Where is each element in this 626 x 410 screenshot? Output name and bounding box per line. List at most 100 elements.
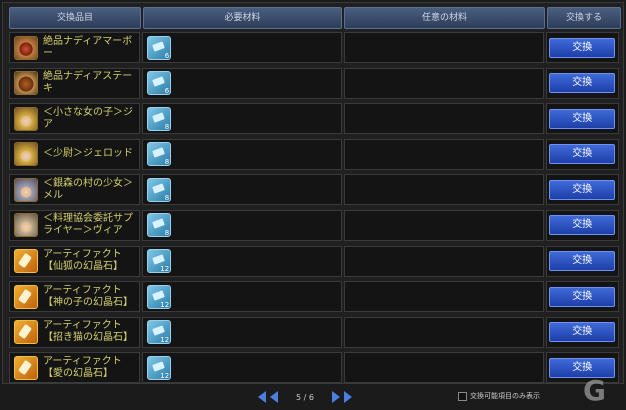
header-required-materials: 必要材料 (143, 7, 342, 29)
crystal-material-icon: 8 (147, 106, 172, 131)
required-materials-cell: 12 (142, 352, 342, 384)
exchange-row: アーティファクト【仙狐の幻晶石】 12 交換 (9, 245, 620, 277)
header-optional-materials: 任意の材料 (344, 7, 545, 29)
lieutenant-portrait-icon (14, 142, 38, 167)
crystal-material-icon: 12 (147, 249, 172, 274)
required-materials-cell: 8 (142, 209, 342, 241)
exchange-button[interactable]: 交換 (549, 144, 616, 165)
item-name: アーティファクト【神の子の幻晶石】 (43, 284, 133, 308)
table-header: 交換品目 必要材料 任意の材料 交換する (9, 7, 621, 29)
required-materials-cell: 8 (142, 138, 342, 170)
item-cell: アーティファクト【神の子の幻晶石】 (9, 281, 141, 313)
material-count: 12 (160, 371, 170, 380)
material-count: 6 (164, 51, 170, 60)
required-materials-cell: 8 (142, 174, 342, 206)
item-cell: アーティファクト【愛の幻晶石】 (9, 352, 141, 384)
exchangeable-only-filter[interactable]: 交換可能項目のみ表示 (458, 391, 540, 401)
optional-materials-cell (343, 352, 544, 384)
material-count: 12 (160, 336, 170, 345)
exchange-button[interactable]: 交換 (549, 37, 616, 58)
item-cell: 絶品ナディアステーキ (9, 67, 141, 99)
required-materials-cell: 12 (142, 245, 342, 277)
optional-materials-cell (343, 209, 544, 241)
optional-materials-cell (343, 174, 544, 206)
mapo-dish-icon (14, 35, 38, 60)
exchange-cell: 交換 (545, 138, 620, 170)
material-count: 12 (160, 265, 170, 274)
item-name: 絶品ナディアステーキ (43, 71, 133, 95)
material-count: 12 (160, 300, 170, 309)
exchange-button[interactable]: 交換 (549, 215, 616, 236)
artifact-crystal-icon (14, 284, 38, 309)
footer: 5 / 6 交換可能項目のみ表示 (0, 387, 626, 407)
item-cell: ＜銀森の村の少女＞メル (9, 174, 141, 206)
material-count: 8 (164, 122, 170, 131)
item-cell: ＜少尉＞ジェロッド (9, 138, 141, 170)
exchange-button[interactable]: 交換 (549, 286, 616, 307)
required-materials-cell: 8 (142, 103, 342, 135)
exchange-button[interactable]: 交換 (549, 322, 616, 343)
exchange-cell: 交換 (545, 245, 620, 277)
girl-portrait-icon (14, 106, 38, 131)
crystal-material-icon: 8 (147, 213, 172, 238)
exchange-cell: 交換 (545, 174, 620, 206)
artifact-crystal-icon (14, 355, 38, 380)
item-name: アーティファクト【招き猫の幻晶石】 (43, 320, 133, 344)
item-cell: ＜小さな女の子＞ジア (9, 103, 141, 135)
page-indicator: 5 / 6 (296, 392, 314, 402)
optional-materials-cell (343, 138, 544, 170)
exchange-row: アーティファクト【愛の幻晶石】 12 交換 (9, 352, 620, 384)
crystal-material-icon: 12 (147, 284, 172, 309)
filter-label: 交換可能項目のみ表示 (470, 392, 540, 400)
filter-checkbox[interactable] (458, 391, 467, 401)
required-materials-cell: 12 (142, 316, 342, 348)
material-count: 6 (164, 87, 170, 96)
exchange-row: アーティファクト【招き猫の幻晶石】 12 交換 (9, 316, 620, 348)
exchange-button[interactable]: 交換 (549, 179, 616, 200)
header-item: 交換品目 (9, 7, 141, 29)
item-name: ＜料理協会委託サプライヤー＞ヴィア (43, 213, 133, 237)
header-exchange: 交換する (547, 7, 621, 29)
crystal-material-icon: 6 (147, 71, 172, 96)
item-cell: 絶品ナディアマーボー (9, 32, 141, 63)
exchange-button[interactable]: 交換 (549, 251, 616, 272)
next-page-icon[interactable] (331, 391, 340, 403)
required-materials-cell: 6 (142, 32, 342, 63)
crystal-material-icon: 12 (147, 355, 172, 380)
optional-materials-cell (343, 67, 544, 99)
exchange-cell: 交換 (545, 316, 620, 348)
material-count: 8 (164, 229, 170, 238)
exchange-cell: 交換 (545, 209, 620, 241)
last-page-icon[interactable] (343, 391, 352, 403)
crystal-material-icon: 12 (147, 320, 172, 345)
exchange-list: 絶品ナディアマーボー 6 交換 絶品ナディアステーキ 6 交換 ＜小さな女の子＞ジア 8 交換＜… (9, 32, 620, 388)
crystal-material-icon: 8 (147, 177, 172, 202)
optional-materials-cell (343, 281, 544, 313)
exchange-button[interactable]: 交換 (549, 108, 616, 129)
exchange-button[interactable]: 交換 (549, 73, 616, 94)
site-logo-watermark: G (583, 374, 606, 407)
crystal-material-icon: 6 (147, 35, 172, 60)
optional-materials-cell (343, 245, 544, 277)
first-page-icon[interactable] (258, 391, 266, 403)
prev-page-icon[interactable] (270, 391, 278, 403)
pagination: 5 / 6 (258, 387, 352, 407)
material-count: 8 (164, 193, 170, 202)
steak-dish-icon (14, 71, 38, 96)
item-name: 絶品ナディアマーボー (43, 35, 133, 59)
exchange-row: ＜料理協会委託サプライヤー＞ヴィア 8 交換 (9, 209, 620, 241)
artifact-crystal-icon (14, 320, 38, 345)
item-name: アーティファクト【愛の幻晶石】 (43, 355, 122, 379)
exchange-row: ＜小さな女の子＞ジア 8 交換 (9, 103, 620, 135)
item-name: ＜銀森の村の少女＞メル (43, 177, 133, 201)
optional-materials-cell (343, 316, 544, 348)
exchange-row: ＜銀森の村の少女＞メル 8 交換 (9, 174, 620, 206)
optional-materials-cell (343, 103, 544, 135)
required-materials-cell: 6 (142, 67, 342, 99)
item-cell: アーティファクト【招き猫の幻晶石】 (9, 316, 141, 348)
required-materials-cell: 12 (142, 281, 342, 313)
exchange-row: ＜少尉＞ジェロッド 8 交換 (9, 138, 620, 170)
item-name: ＜少尉＞ジェロッド (43, 148, 133, 160)
optional-materials-cell (343, 32, 544, 63)
exchange-cell: 交換 (545, 103, 620, 135)
